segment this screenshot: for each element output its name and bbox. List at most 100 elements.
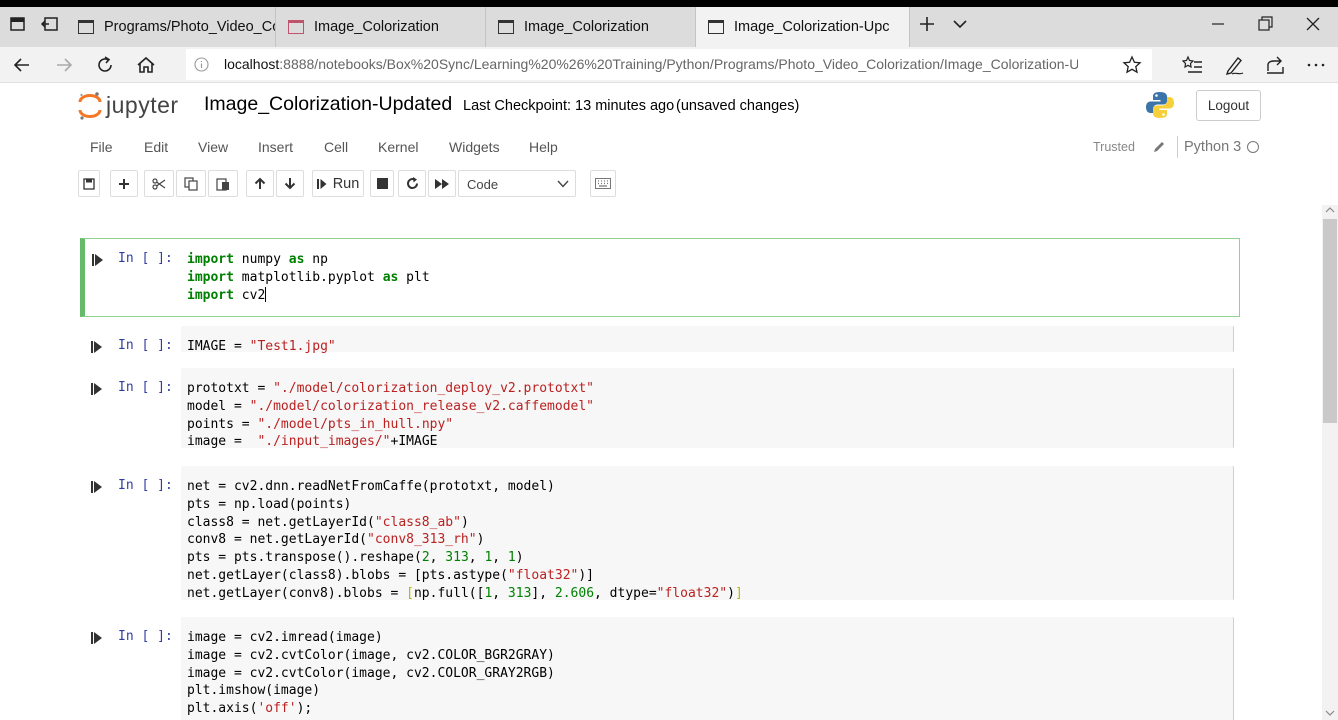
- kernel-name[interactable]: Python 3: [1184, 139, 1241, 155]
- scroll-down-icon[interactable]: [1325, 709, 1335, 717]
- jupyter-logo[interactable]: jupyter: [78, 91, 190, 121]
- scrollbar-thumb[interactable]: [1323, 219, 1337, 423]
- jupyter-page-icon: [288, 20, 304, 34]
- arrow-down-icon: [284, 178, 296, 190]
- checkpoint-status: Last Checkpoint: 13 minutes ago: [463, 98, 675, 114]
- close-icon[interactable]: [1303, 14, 1323, 34]
- page-icon: [708, 20, 724, 34]
- plus-icon: [119, 178, 129, 189]
- code-cell[interactable]: In [ ]: net = cv2.dnn.readNetFromCaffe(p…: [80, 466, 1240, 602]
- paste-button[interactable]: [208, 170, 238, 197]
- tab-manager-icon[interactable]: [8, 14, 28, 34]
- code-editor[interactable]: [181, 326, 1234, 352]
- interrupt-kernel-button[interactable]: [370, 170, 394, 197]
- pen-notes-icon[interactable]: [1223, 54, 1245, 76]
- run-cell-icon[interactable]: [91, 383, 103, 395]
- new-tab-icon[interactable]: [917, 14, 937, 34]
- cell-source[interactable]: IMAGE = "Test1.jpg": [187, 338, 336, 356]
- home-icon[interactable]: [135, 54, 157, 76]
- code-cell[interactable]: In [ ]: prototxt = "./model/colorization…: [80, 368, 1240, 450]
- cell-type-value: Code: [467, 177, 499, 192]
- browser-tab-3[interactable]: Image_Colorization: [486, 7, 696, 47]
- edit-pencil-icon[interactable]: [1152, 140, 1166, 154]
- favorite-star-icon[interactable]: [1122, 55, 1142, 75]
- menu-help[interactable]: Help: [529, 139, 558, 155]
- refresh-icon[interactable]: [94, 54, 116, 76]
- browser-tab-2[interactable]: Image_Colorization: [276, 7, 486, 47]
- cell-source[interactable]: net = cv2.dnn.readNetFromCaffe(prototxt,…: [187, 478, 743, 603]
- code-cell[interactable]: In [ ]: IMAGE = "Test1.jpg": [80, 326, 1240, 354]
- cell-source[interactable]: image = cv2.imread(image) image = cv2.cv…: [187, 629, 555, 718]
- menu-edit[interactable]: Edit: [144, 139, 168, 155]
- copy-button[interactable]: [176, 170, 206, 197]
- menu-kernel[interactable]: Kernel: [378, 139, 418, 155]
- input-prompt: In [ ]:: [118, 629, 173, 644]
- menu-file[interactable]: File: [90, 139, 113, 155]
- restore-icon[interactable]: [1255, 14, 1275, 34]
- jupyter-wordmark: jupyter: [106, 92, 179, 118]
- url-host: localhost: [224, 56, 280, 72]
- trusted-indicator[interactable]: Trusted: [1093, 140, 1135, 154]
- minimize-icon[interactable]: [1208, 14, 1228, 34]
- save-button[interactable]: [78, 170, 100, 197]
- restart-kernel-button[interactable]: [398, 170, 426, 197]
- run-label: Run: [332, 175, 360, 192]
- kernel-idle-indicator: [1247, 141, 1259, 153]
- cell-source[interactable]: import numpy as np import matplotlib.pyp…: [187, 251, 430, 304]
- chevron-down-icon[interactable]: [950, 14, 970, 34]
- run-cell-icon[interactable]: [91, 341, 103, 353]
- move-down-button[interactable]: [276, 170, 304, 197]
- keyboard-icon: [595, 178, 611, 189]
- share-icon[interactable]: [1264, 54, 1286, 76]
- command-palette-button[interactable]: [590, 170, 616, 197]
- menu-widgets[interactable]: Widgets: [449, 139, 500, 155]
- cut-button[interactable]: [144, 170, 174, 197]
- info-icon[interactable]: [194, 57, 209, 72]
- divider: [1177, 136, 1178, 158]
- input-prompt: In [ ]:: [118, 338, 173, 353]
- cell-type-select[interactable]: Code: [458, 170, 576, 197]
- paste-icon: [216, 177, 229, 191]
- logout-button[interactable]: Logout: [1196, 90, 1261, 121]
- code-cell[interactable]: In [ ]: image = cv2.imread(image) image …: [80, 617, 1240, 720]
- move-up-button[interactable]: [246, 170, 274, 197]
- url-text: localhost:8888/notebooks/Box%20Sync/Lear…: [224, 56, 1078, 72]
- page-icon: [498, 20, 514, 34]
- restart-run-all-button[interactable]: [428, 170, 456, 197]
- cell-source[interactable]: prototxt = "./model/colorization_deploy_…: [187, 380, 594, 451]
- menu-insert[interactable]: Insert: [258, 139, 293, 155]
- run-cell-icon[interactable]: [91, 481, 103, 493]
- run-cell-icon[interactable]: [91, 632, 103, 644]
- menu-bar: File Edit View Insert Cell Kernel Widget…: [78, 130, 1268, 164]
- autosave-status: (unsaved changes): [676, 98, 800, 114]
- scissors-icon: [152, 177, 166, 190]
- forward-arrow-icon[interactable]: [53, 54, 75, 76]
- browser-tab-1[interactable]: Programs/Photo_Video_Col: [66, 7, 276, 47]
- insert-cell-button[interactable]: [110, 170, 138, 197]
- back-arrow-icon[interactable]: [11, 54, 33, 76]
- address-bar: localhost:8888/notebooks/Box%20Sync/Lear…: [0, 47, 1338, 83]
- notebook-title[interactable]: Image_Colorization-Updated: [204, 93, 452, 116]
- jupyter-logo-icon: [78, 92, 102, 120]
- code-cell[interactable]: In [ ]: import numpy as np import matplo…: [80, 238, 1240, 317]
- run-button[interactable]: Run: [312, 170, 364, 197]
- page-scrollbar[interactable]: [1322, 205, 1338, 720]
- browser-tab-active[interactable]: Image_Colorization-Upc: [696, 7, 910, 47]
- more-options-icon[interactable]: [1305, 54, 1327, 76]
- fast-forward-icon: [434, 178, 449, 189]
- restart-icon: [406, 177, 418, 190]
- notebook-container: In [ ]: import numpy as np import matplo…: [0, 205, 1322, 720]
- favorites-list-icon[interactable]: [1182, 54, 1204, 76]
- menu-cell[interactable]: Cell: [324, 139, 348, 155]
- step-forward-icon: [316, 178, 327, 189]
- python-logo-icon: [1146, 92, 1174, 118]
- scroll-up-icon[interactable]: [1325, 206, 1335, 214]
- set-tabs-aside-icon[interactable]: [40, 14, 60, 34]
- tab-label: Programs/Photo_Video_Col: [104, 19, 275, 35]
- run-cell-icon[interactable]: [92, 254, 104, 266]
- url-field[interactable]: localhost:8888/notebooks/Box%20Sync/Lear…: [186, 49, 1152, 80]
- arrow-up-icon: [254, 177, 266, 189]
- menu-view[interactable]: View: [198, 139, 228, 155]
- save-icon: [83, 177, 95, 190]
- input-prompt: In [ ]:: [118, 251, 173, 266]
